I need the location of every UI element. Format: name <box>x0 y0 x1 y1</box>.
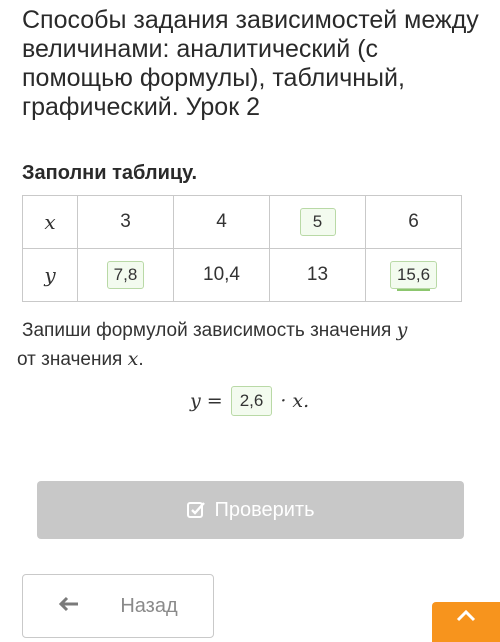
formula-lhs: y = <box>190 390 223 412</box>
x-cell: 3 <box>77 195 174 249</box>
lesson-title: Способы задания зависимостей между велич… <box>22 6 479 121</box>
table-row-y: y 7,8 10,4 13 15,6 <box>22 248 462 302</box>
arrow-left-icon <box>58 595 80 618</box>
values-table: x 3 4 5 6 y 7,8 10,4 13 15,6 <box>22 195 462 302</box>
formula-row: y = 2,6 · x. <box>190 386 309 416</box>
check-button[interactable]: Проверить <box>37 481 464 539</box>
y-answer-field[interactable]: 7,8 <box>106 261 145 289</box>
y-cell: 7,8 <box>77 248 174 302</box>
x-cell: 6 <box>365 195 462 249</box>
y-cell: 10,4 <box>173 248 270 302</box>
formula-rhs: · x. <box>280 390 310 412</box>
x-answer-field[interactable]: 5 <box>299 208 336 236</box>
y-answer-field[interactable]: 15,6 <box>389 261 438 291</box>
x-header: x <box>22 195 78 249</box>
y-header: y <box>22 248 78 302</box>
scroll-up-button[interactable] <box>432 602 500 642</box>
x-cell: 5 <box>269 195 366 249</box>
formula-instruction: Запиши формулой зависимость значения y о… <box>17 319 408 370</box>
back-button[interactable]: Назад <box>22 574 214 638</box>
y-cell: 15,6 <box>365 248 462 302</box>
check-button-label: Проверить <box>214 498 315 521</box>
back-button-label: Назад <box>120 594 178 617</box>
chevron-up-icon <box>455 608 477 627</box>
task-heading: Заполни таблицу. <box>22 162 198 184</box>
table-row-x: x 3 4 5 6 <box>22 195 462 249</box>
y-cell: 13 <box>269 248 366 302</box>
coefficient-field[interactable]: 2,6 <box>230 386 273 416</box>
x-cell: 4 <box>173 195 270 249</box>
check-square-icon <box>186 500 206 520</box>
